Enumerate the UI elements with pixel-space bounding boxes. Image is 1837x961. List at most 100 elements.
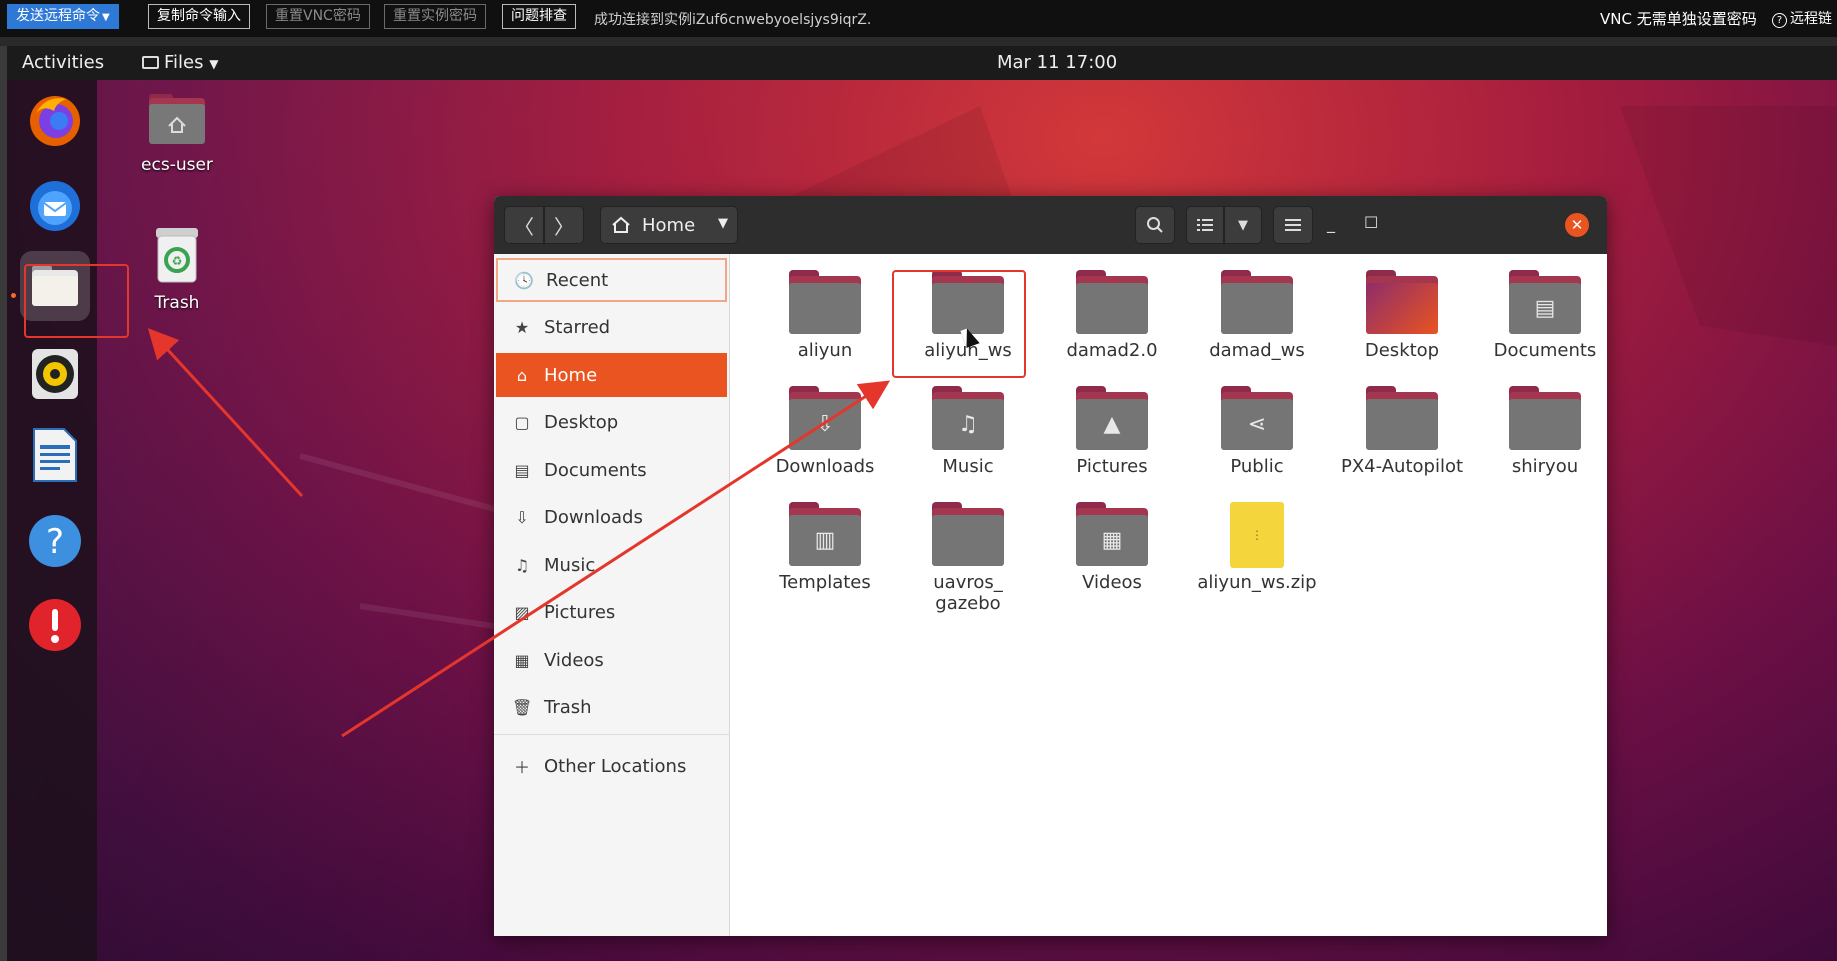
file-item[interactable]: ▦ Videos — [1042, 502, 1182, 593]
vnc-left-edge — [0, 46, 7, 961]
zip-archive-icon: ⋮ — [1221, 502, 1293, 568]
file-item-label: Downloads — [775, 456, 875, 477]
files-app-menu[interactable]: Files ▼ — [142, 52, 218, 73]
view-options-button[interactable]: ▼ — [1224, 206, 1262, 244]
dock: ? — [7, 80, 97, 961]
desktop-icon-home-folder[interactable]: ecs-user — [117, 92, 237, 175]
videos-folder-icon: ▦ — [1076, 502, 1148, 566]
places-sidebar: 🕓 Recent ★ Starred ⌂ Home ▢ Desktop ▤ Documen… — [494, 254, 730, 936]
files-app-menu-label: Files — [164, 52, 204, 73]
file-item[interactable]: ▥ Templates — [755, 502, 895, 593]
libreoffice-writer-icon[interactable] — [25, 425, 85, 485]
minimize-button[interactable]: _ — [1327, 214, 1335, 233]
sidebar-divider — [494, 734, 729, 735]
sidebar-item-downloads[interactable]: ⇩ Downloads — [496, 495, 727, 539]
star-icon: ★ — [514, 317, 530, 337]
file-item[interactable]: PX4-Autopilot — [1332, 386, 1472, 477]
file-item[interactable]: ▤ Documents — [1475, 270, 1607, 361]
chevron-left-icon: 〈 — [514, 214, 534, 239]
close-icon: ✕ — [1570, 216, 1584, 234]
file-item-label: Videos — [1082, 572, 1142, 593]
documents-icon: ▤ — [514, 460, 530, 480]
folder-icon — [1076, 270, 1148, 334]
file-item[interactable]: ♫ Music — [898, 386, 1038, 477]
file-item-label: damad_ws — [1209, 340, 1305, 361]
sidebar-item-other-locations[interactable]: ＋ Other Locations — [496, 744, 727, 788]
search-icon — [1147, 217, 1163, 233]
clock[interactable]: Mar 11 17:00 — [997, 52, 1117, 73]
question-icon: ? — [1772, 13, 1787, 28]
troubleshoot-button[interactable]: 问题排查 — [502, 4, 576, 29]
sidebar-item-videos[interactable]: ▦ Videos — [496, 638, 727, 682]
remote-link[interactable]: ? 远程链 — [1772, 8, 1832, 28]
send-command-button[interactable]: 发送远程命令 ▼ — [7, 4, 119, 29]
rhythmbox-icon[interactable] — [25, 344, 85, 404]
menu-button[interactable] — [1273, 206, 1313, 244]
chevron-down-icon: ▼ — [1238, 217, 1248, 233]
file-item[interactable]: ▲ Pictures — [1042, 386, 1182, 477]
sidebar-item-home[interactable]: ⌂ Home — [496, 353, 727, 397]
path-bar-label: Home — [642, 215, 696, 236]
home-folder-icon — [149, 94, 205, 144]
file-item[interactable]: ⋖ Public — [1187, 386, 1327, 477]
reset-vnc-password-button[interactable]: 重置VNC密码 — [266, 4, 370, 29]
folder-icon — [1509, 386, 1581, 450]
hamburger-icon — [1285, 219, 1301, 231]
file-item[interactable]: ⇩ Downloads — [755, 386, 895, 477]
annotation-box-aliyun-ws — [892, 270, 1026, 378]
list-view-icon — [1197, 219, 1213, 231]
sidebar-item-label: Pictures — [544, 601, 616, 623]
file-item-label: shiryou — [1511, 456, 1579, 477]
list-view-button[interactable] — [1186, 206, 1224, 244]
sidebar-item-recent[interactable]: 🕓 Recent — [496, 258, 727, 302]
file-item-label: Pictures — [1076, 456, 1148, 477]
activities-button[interactable]: Activities — [22, 52, 104, 73]
file-item[interactable]: damad2.0 — [1042, 270, 1182, 361]
folder-icon — [1221, 270, 1293, 334]
thunderbird-icon[interactable] — [25, 175, 85, 235]
pictures-icon: ▨ — [514, 602, 530, 622]
desktop-icon-trash[interactable]: ♻ Trash — [117, 226, 237, 313]
forward-button[interactable]: 〉 — [544, 206, 584, 244]
sidebar-item-starred[interactable]: ★ Starred — [496, 305, 727, 349]
file-item-label: Templates — [779, 572, 871, 593]
file-item[interactable]: shiryou — [1475, 386, 1607, 477]
music-icon: ♫ — [514, 555, 530, 575]
file-item[interactable]: uavros_ gazebo — [898, 502, 1038, 614]
sidebar-item-music[interactable]: ♫ Music — [496, 543, 727, 587]
desktop-icon: ▢ — [514, 412, 530, 432]
sidebar-item-label: Downloads — [544, 506, 643, 528]
sidebar-item-pictures[interactable]: ▨ Pictures — [496, 590, 727, 634]
vnc-password-setting-link[interactable]: VNC 无需单独设置密码 — [1600, 8, 1757, 29]
sidebar-item-label: Home — [544, 364, 598, 386]
software-updater-icon[interactable] — [25, 595, 85, 655]
file-item-label: aliyun_ws.zip — [1197, 572, 1317, 593]
reset-instance-password-button[interactable]: 重置实例密码 — [384, 4, 486, 29]
connection-status: 成功连接到实例iZuf6cnwebyoelsjys9iqrZ. — [594, 12, 872, 28]
home-icon: ⌂ — [516, 365, 528, 385]
copy-command-input-button[interactable]: 复制命令输入 — [148, 4, 250, 29]
help-icon[interactable]: ? — [25, 511, 85, 571]
sidebar-item-desktop[interactable]: ▢ Desktop — [496, 400, 727, 444]
back-button[interactable]: 〈 — [504, 206, 544, 244]
close-button[interactable]: ✕ — [1565, 213, 1589, 237]
file-item[interactable]: Desktop — [1332, 270, 1472, 361]
file-item[interactable]: damad_ws — [1187, 270, 1327, 361]
sidebar-item-label: Documents — [544, 459, 647, 481]
sidebar-item-trash[interactable]: 🗑 Trash — [496, 685, 727, 729]
file-item-label: damad2.0 — [1066, 340, 1158, 361]
file-item-label: Music — [942, 456, 994, 477]
search-button[interactable] — [1135, 206, 1175, 244]
firefox-icon[interactable] — [25, 90, 85, 150]
gnome-topbar: Activities Files ▼ Mar 11 17:00 — [7, 46, 1837, 80]
sidebar-item-label: Other Locations — [544, 755, 687, 777]
plus-icon: ＋ — [513, 758, 530, 777]
sidebar-item-documents[interactable]: ▤ Documents — [496, 448, 727, 492]
videos-icon: ▦ — [514, 650, 530, 670]
file-item[interactable]: ⋮ aliyun_ws.zip — [1187, 502, 1327, 593]
downloads-folder-icon: ⇩ — [789, 386, 861, 450]
path-bar-home[interactable]: Home ▼ — [600, 206, 738, 244]
file-item[interactable]: aliyun — [755, 270, 895, 361]
svg-text:?: ? — [46, 522, 64, 562]
maximize-button[interactable]: ☐ — [1364, 213, 1378, 232]
